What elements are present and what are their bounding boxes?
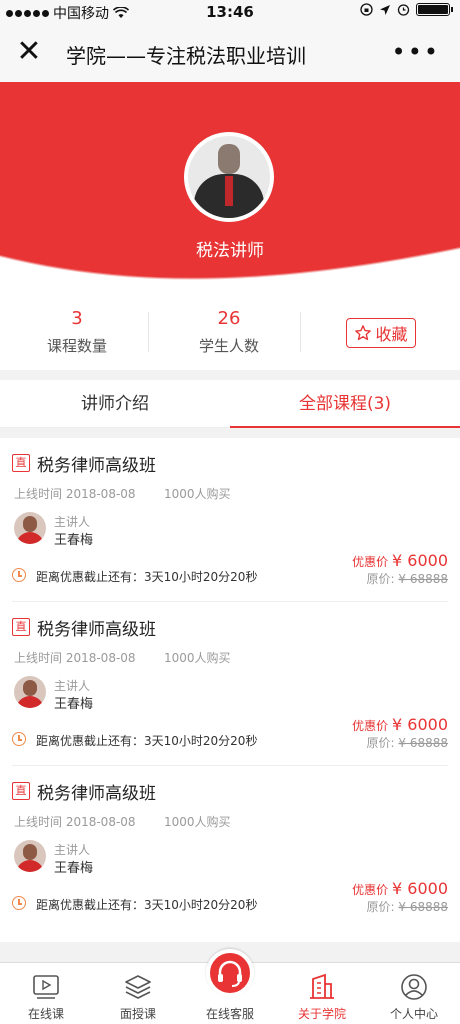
live-badge: 直: [12, 618, 30, 636]
original-price: 原价: ¥ 68888: [366, 736, 449, 750]
divider: [148, 312, 149, 352]
course-date: 上线时间 2018-08-08: [14, 651, 136, 665]
students-count: 26: [217, 308, 241, 329]
close-icon[interactable]: ✕: [14, 37, 44, 68]
layers-icon: [125, 975, 151, 999]
bottom-tab-profile[interactable]: 个人中心: [368, 963, 460, 1024]
original-price: 原价: ¥ 68888: [366, 900, 449, 914]
clock-icon: [12, 732, 26, 746]
live-badge: 直: [12, 782, 30, 800]
bottom-tab-offline-course[interactable]: 面授课: [92, 963, 184, 1024]
course-title: 税务律师高级班: [37, 456, 156, 476]
teacher-name: 税法讲师: [196, 241, 264, 261]
course-buyers: 1000人购买: [164, 651, 231, 665]
course-date: 上线时间 2018-08-08: [14, 487, 136, 501]
bottom-tab-label: 在线客服: [205, 1007, 254, 1021]
original-price: 原价: ¥ 68888: [366, 572, 449, 586]
countdown-text: 距离优惠截止还有：3天10小时20分20秒: [36, 734, 258, 748]
courses-label: 课程数量: [46, 337, 107, 355]
teacher-name: 王春梅: [54, 533, 94, 548]
course-title: 税务律师高级班: [37, 620, 156, 640]
clock-icon: [12, 568, 26, 582]
star-icon: [355, 325, 372, 341]
tab-intro[interactable]: 讲师介绍: [0, 380, 230, 428]
bottom-tab-label: 关于学院: [297, 1007, 346, 1021]
user-icon: [401, 974, 427, 1000]
bottom-tab-online-course[interactable]: 在线课: [0, 963, 92, 1024]
course-list: 直 税务律师高级班 上线时间 2018-08-08 1000人购买 主讲人 王春…: [0, 438, 460, 942]
course-buyers: 1000人购买: [164, 487, 231, 501]
bottom-tab-customer-service[interactable]: 在线客服: [184, 949, 276, 1024]
courses-count: 3: [71, 308, 83, 329]
bottom-tab-label: 个人中心: [389, 1007, 438, 1021]
page-title: 学院——专注税法职业培训: [66, 44, 306, 68]
students-label: 学生人数: [198, 337, 259, 355]
more-icon[interactable]: •••: [392, 38, 440, 66]
teacher-name: 王春梅: [54, 697, 94, 712]
teacher-role: 主讲人: [54, 679, 91, 693]
avatar: [14, 676, 46, 708]
course-title: 税务律师高级班: [37, 784, 156, 804]
discount-price: 优惠价 ¥ 6000: [352, 879, 448, 898]
divider: [300, 312, 301, 352]
headset-icon: [206, 949, 254, 997]
favorite-button[interactable]: 收藏: [346, 318, 416, 348]
status-right: [360, 3, 453, 16]
course-buyers: 1000人购买: [164, 815, 231, 829]
discount-price: 优惠价 ¥ 6000: [352, 715, 448, 734]
nav-bar: ✕ 学院——专注税法职业培训 •••: [0, 24, 460, 82]
clock-icon: [12, 896, 26, 910]
course-card[interactable]: 直 税务律师高级班 上线时间 2018-08-08 1000人购买 主讲人 王春…: [0, 766, 460, 930]
battery-icon: [416, 3, 453, 16]
location-icon: [380, 4, 390, 15]
countdown-text: 距离优惠截止还有：3天10小时20分20秒: [36, 570, 258, 584]
teacher-avatar: [184, 132, 274, 222]
avatar: [14, 512, 46, 544]
course-date: 上线时间 2018-08-08: [14, 815, 136, 829]
teacher-hero: 税法讲师: [0, 82, 460, 294]
video-icon: [33, 975, 59, 999]
teacher-role: 主讲人: [54, 515, 91, 529]
discount-price: 优惠价 ¥ 6000: [352, 551, 448, 570]
bottom-tab-bar: 在线课 面授课 在线客服 关于学院 个人中心: [0, 949, 460, 1024]
tab-all-courses[interactable]: 全部课程(3): [230, 380, 460, 428]
tab-bar: 讲师介绍 全部课程(3): [0, 380, 460, 428]
bottom-tab-about[interactable]: 关于学院: [276, 963, 368, 1024]
avatar: [14, 840, 46, 872]
course-card[interactable]: 直 税务律师高级班 上线时间 2018-08-08 1000人购买 主讲人 王春…: [0, 602, 460, 766]
alarm-icon: [397, 4, 410, 16]
bottom-tab-label: 面授课: [119, 1007, 156, 1021]
live-badge: 直: [12, 454, 30, 472]
countdown-text: 距离优惠截止还有：3天10小时20分20秒: [36, 898, 258, 912]
stats-panel: 3 课程数量 26 学生人数 收藏: [0, 294, 460, 370]
favorite-label: 收藏: [375, 325, 408, 344]
building-icon: [310, 973, 334, 999]
teacher-role: 主讲人: [54, 843, 91, 857]
course-card[interactable]: 直 税务律师高级班 上线时间 2018-08-08 1000人购买 主讲人 王春…: [0, 438, 460, 602]
stat-courses: 3 课程数量: [2, 308, 152, 356]
status-bar: 中国移动 13:46: [0, 0, 460, 24]
stat-students: 26 学生人数: [154, 308, 304, 356]
bottom-tab-label: 在线课: [27, 1007, 64, 1021]
teacher-name: 王春梅: [54, 861, 94, 876]
rotation-lock-icon: [360, 3, 373, 16]
